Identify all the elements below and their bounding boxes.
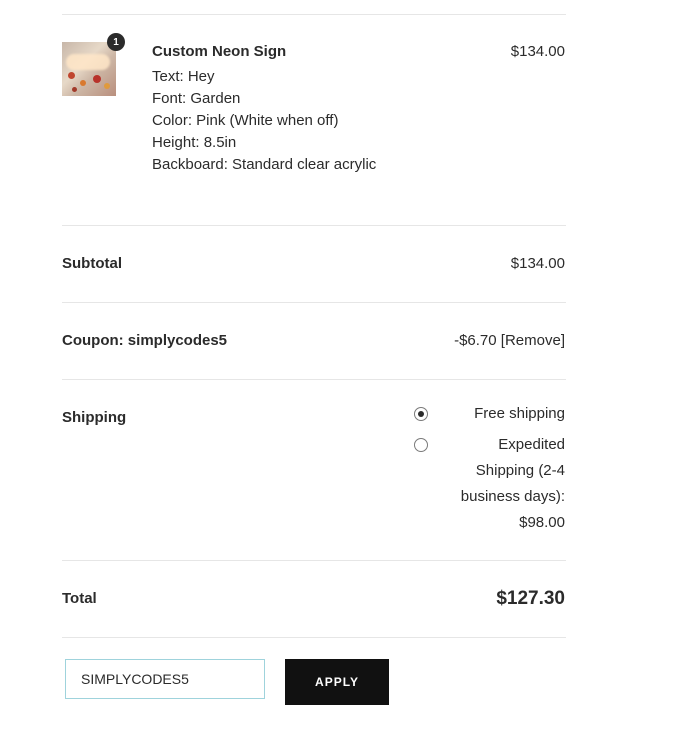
bokeh-dot <box>68 72 75 79</box>
bokeh-dot <box>93 75 101 83</box>
expedited-shipping-radio[interactable] <box>414 438 428 452</box>
expedited-shipping-line: Expedited <box>498 436 565 453</box>
free-shipping-option[interactable]: Free shipping <box>474 401 565 427</box>
product-meta-font: Font: Garden <box>152 90 241 107</box>
expedited-shipping-option[interactable]: Expedited Shipping (2-4 business days): … <box>461 432 565 536</box>
shipping-label: Shipping <box>62 409 127 426</box>
subtotal-label: Subtotal <box>62 255 122 272</box>
total-value: $127.30 <box>496 588 565 609</box>
bokeh-dot <box>80 80 86 86</box>
expedited-shipping-price: $98.00 <box>519 514 565 531</box>
free-shipping-radio[interactable] <box>414 407 428 421</box>
product-price: $134.00 <box>510 43 565 60</box>
total-label: Total <box>62 590 97 607</box>
product-meta-backboard: Backboard: Standard clear acrylic <box>152 156 377 173</box>
coupon-amount: -$6.70 <box>454 332 497 349</box>
bokeh-dot <box>72 87 77 92</box>
product-meta-height: Height: 8.5in <box>152 134 237 151</box>
divider <box>62 379 566 380</box>
divider <box>62 637 566 638</box>
subtotal-value: $134.00 <box>510 255 565 272</box>
remove-coupon-link[interactable]: [Remove] <box>501 332 565 349</box>
neon-glow <box>66 54 110 70</box>
expedited-shipping-line: business days): <box>460 488 565 505</box>
divider <box>62 302 566 303</box>
product-name: Custom Neon Sign <box>152 43 287 60</box>
divider <box>62 560 566 561</box>
coupon-discount: -$6.70 [Remove] <box>454 332 565 349</box>
product-thumbnail[interactable] <box>62 42 116 96</box>
top-divider <box>62 14 566 15</box>
product-meta-list: Text: Hey Font: Garden Color: Pink (Whit… <box>152 66 376 176</box>
coupon-code-input[interactable] <box>65 659 265 699</box>
divider <box>62 225 566 226</box>
coupon-label: Coupon: simplycodes5 <box>62 332 228 349</box>
product-meta-color: Color: Pink (White when off) <box>152 112 339 129</box>
free-shipping-label: Free shipping <box>474 405 565 422</box>
expedited-shipping-line: Shipping (2-4 <box>475 462 565 479</box>
apply-coupon-button[interactable]: APPLY <box>285 659 389 705</box>
quantity-badge: 1 <box>107 33 125 51</box>
bokeh-dot <box>104 83 110 89</box>
product-meta-text: Text: Hey <box>152 68 215 85</box>
